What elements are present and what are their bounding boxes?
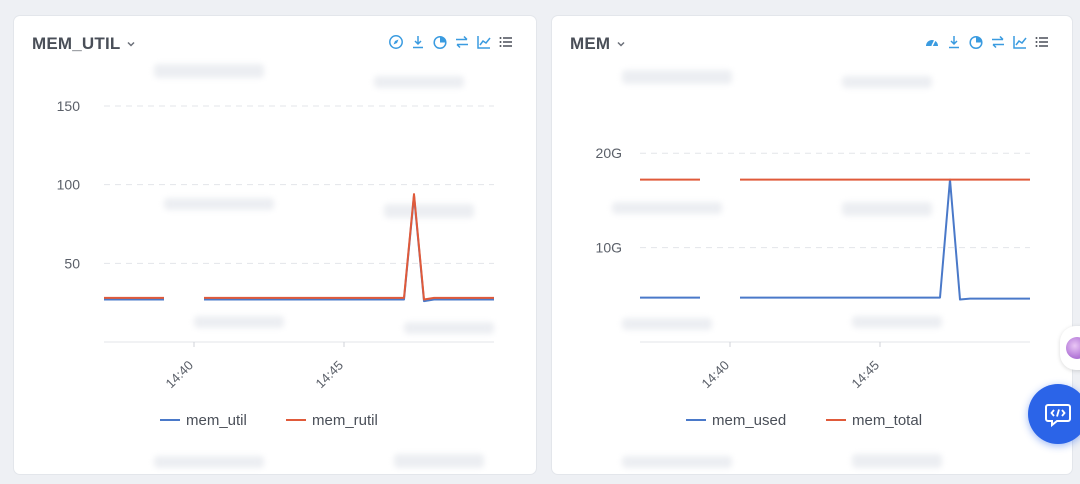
y-tick-label: 20G — [596, 145, 622, 161]
legend-label: mem_used — [712, 412, 786, 429]
mem-util-chart: 50 100 150 14:40 14:45 mem_util mem_rutil — [57, 98, 494, 429]
y-tick-label: 50 — [64, 255, 80, 271]
y-tick-label: 150 — [57, 98, 81, 114]
legend-label: mem_total — [852, 412, 922, 429]
assistant-avatar[interactable] — [1060, 326, 1080, 370]
x-tick-label: 14:40 — [163, 358, 197, 392]
x-tick-label: 14:45 — [313, 358, 347, 392]
mem-panel: MEM 10G 20G 14:40 14:45 mem_used mem_total — [552, 16, 1072, 474]
mem-util-panel: MEM_UTIL 50 100 150 14:40 14:45 mem_util mem_r… — [14, 16, 536, 474]
legend-label: mem_util — [186, 412, 247, 429]
y-tick-label: 100 — [57, 177, 81, 193]
mem-chart: 10G 20G 14:40 14:45 mem_used mem_total — [596, 145, 1030, 429]
chat-code-icon — [1045, 404, 1071, 428]
x-tick-label: 14:45 — [849, 358, 883, 392]
y-tick-label: 10G — [596, 240, 622, 256]
series-line-mem_util — [104, 194, 494, 303]
code-help-button[interactable] — [1028, 384, 1080, 444]
series-line-mem_rutil — [104, 193, 494, 301]
series-line-mem_used — [640, 178, 1030, 301]
x-tick-label: 14:40 — [699, 358, 733, 392]
legend-label: mem_rutil — [312, 412, 378, 429]
